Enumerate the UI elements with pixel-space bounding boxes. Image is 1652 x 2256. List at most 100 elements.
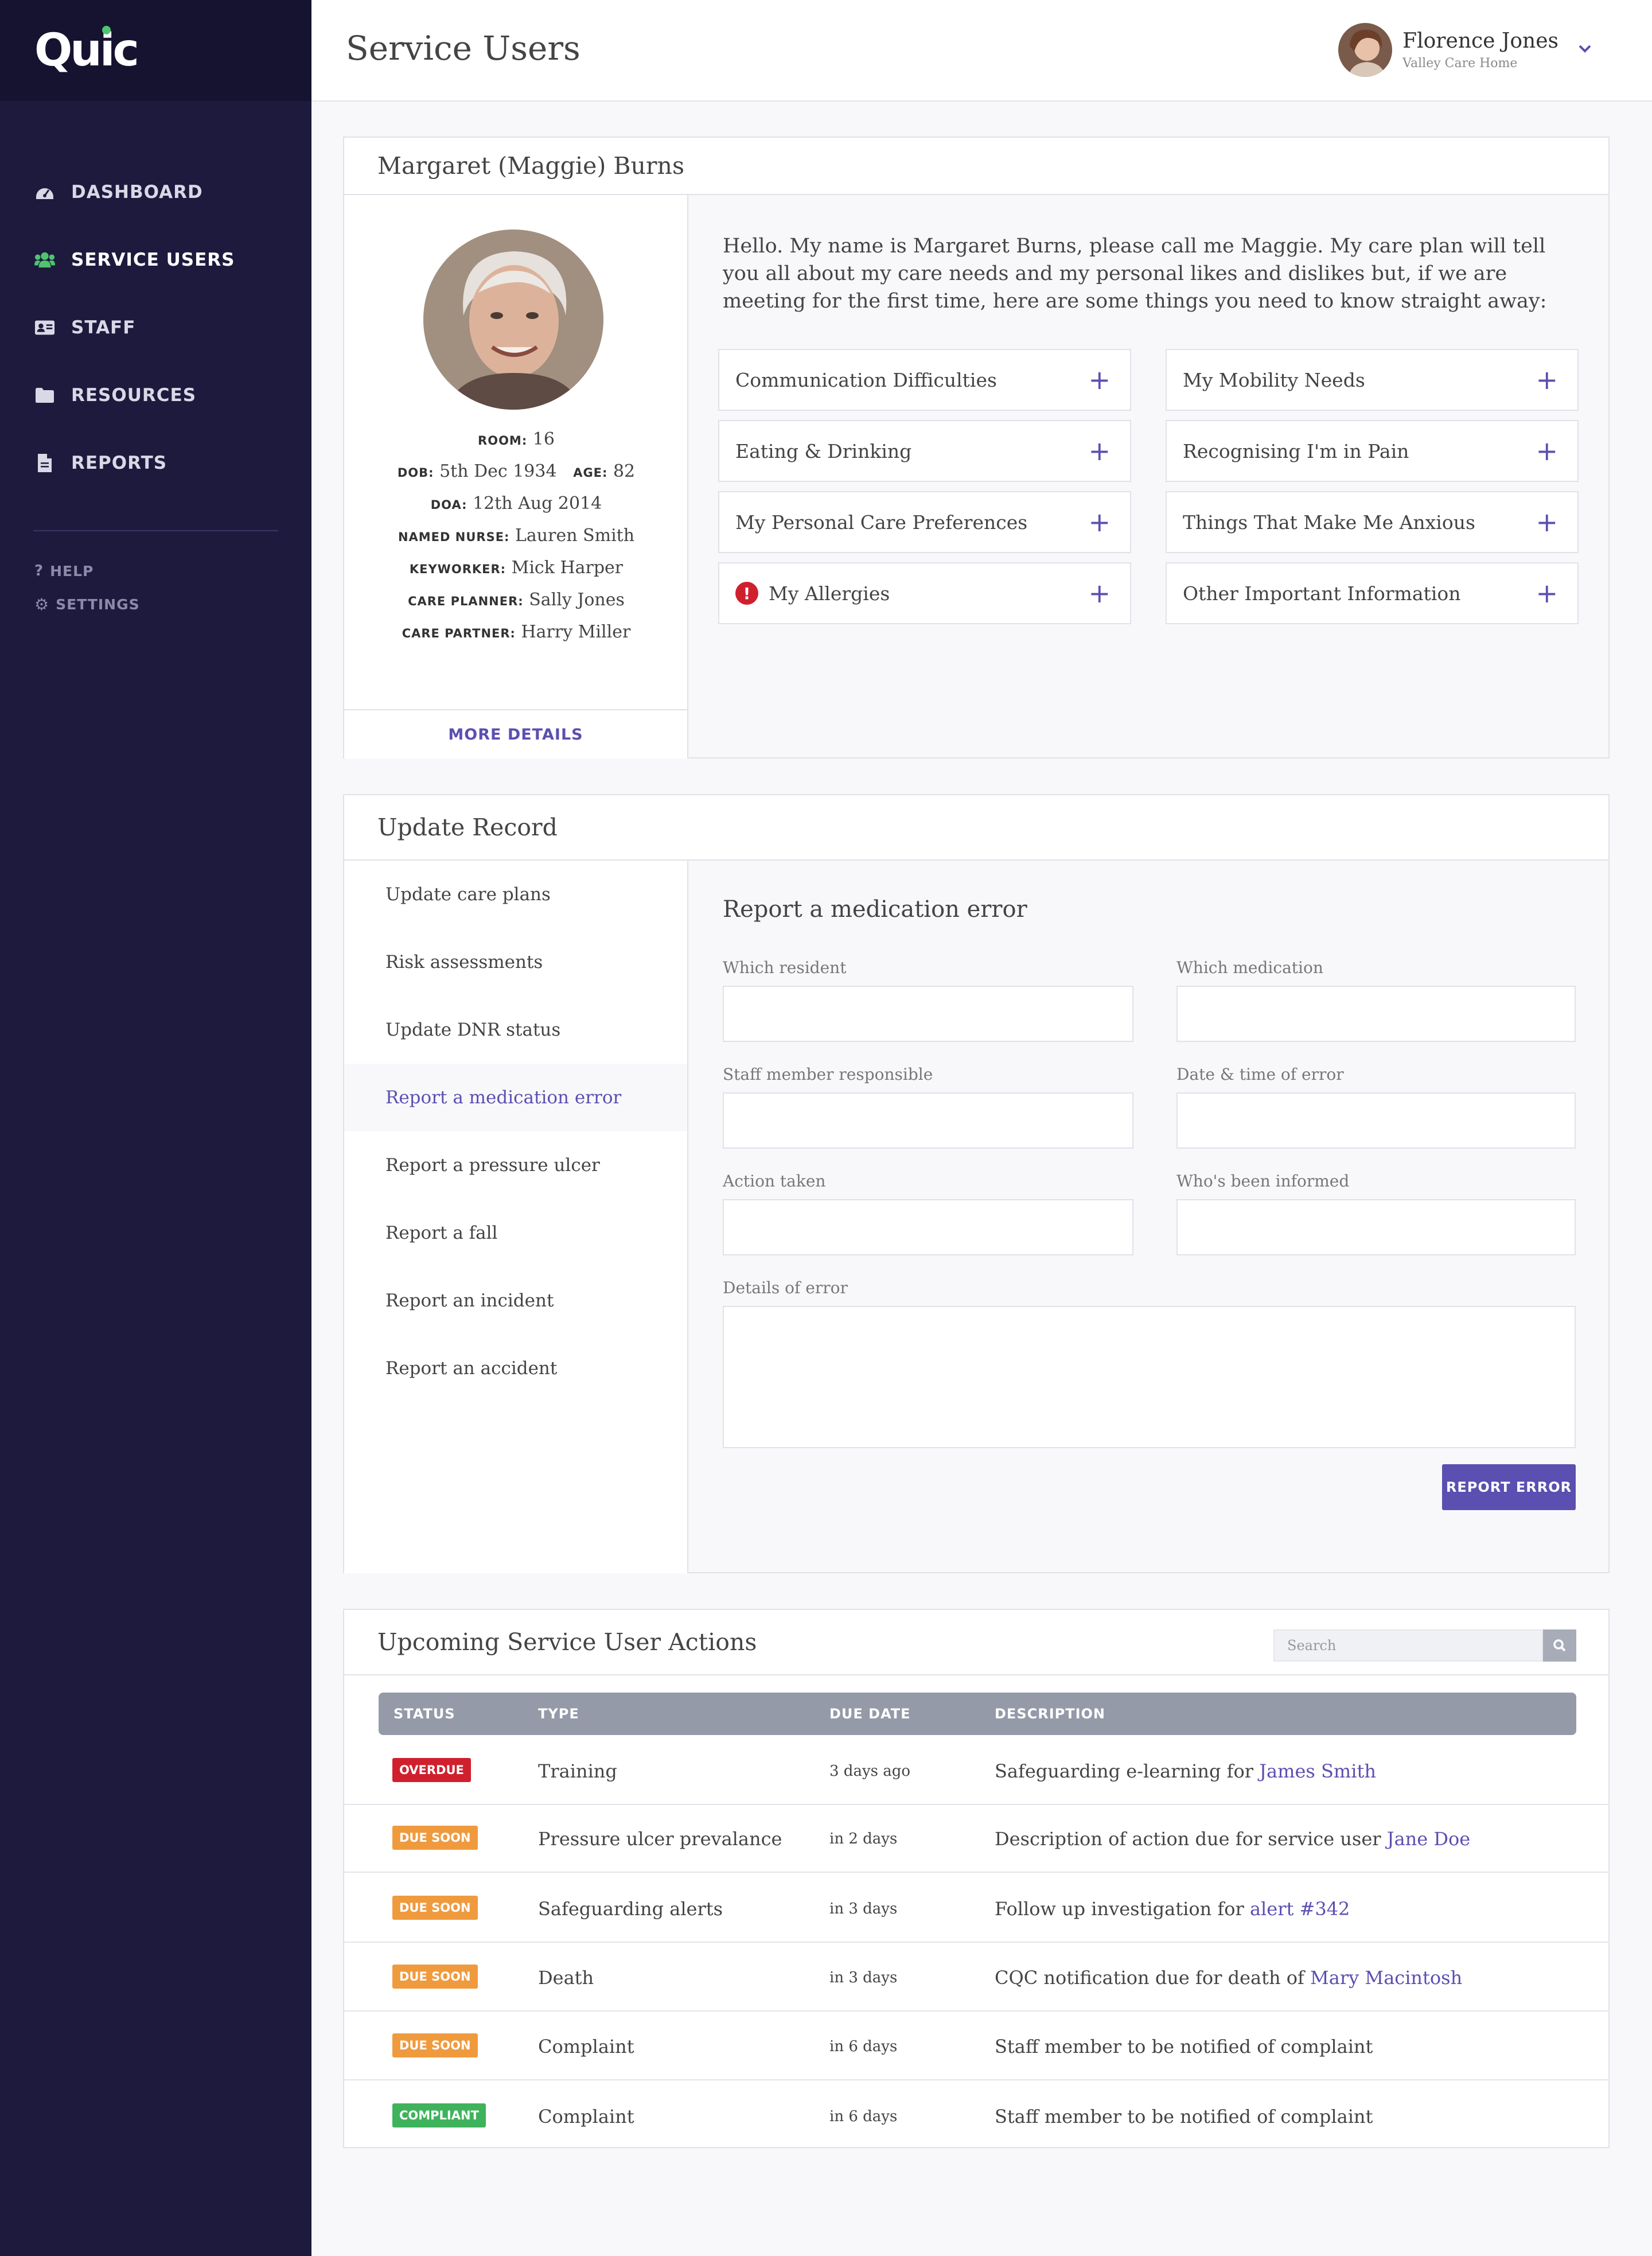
menu-report-pressure-ulcer[interactable]: Report a pressure ulcer bbox=[344, 1131, 687, 1199]
accordion-eating-drinking[interactable]: Eating & Drinking + bbox=[718, 420, 1131, 482]
sidebar-divider bbox=[33, 530, 278, 531]
nav-label: RESOURCES bbox=[71, 385, 197, 406]
status-badge: OVERDUE bbox=[392, 1758, 471, 1782]
column-type: TYPE bbox=[538, 1706, 579, 1722]
table-header: STATUS TYPE DUE DATE DESCRIPTION bbox=[379, 1693, 1576, 1735]
fact-value: Lauren Smith bbox=[515, 526, 635, 546]
settings-label: SETTINGS bbox=[56, 596, 140, 613]
fact-doa: DOA: 12th Aug 2014 bbox=[344, 488, 688, 520]
description-link[interactable]: James Smith bbox=[1259, 1760, 1376, 1782]
nav-item-service-users[interactable]: SERVICE USERS bbox=[0, 226, 311, 294]
accordion-personal-care[interactable]: My Personal Care Preferences + bbox=[718, 491, 1131, 553]
informed-input[interactable] bbox=[1176, 1199, 1576, 1255]
menu-update-care-plans[interactable]: Update care plans bbox=[344, 861, 687, 928]
accordion-label: Communication Difficulties bbox=[735, 368, 997, 391]
accordion-label: My Allergies bbox=[769, 582, 890, 605]
description-text: CQC notification due for death of bbox=[995, 1967, 1311, 1989]
nav-item-reports[interactable]: REPORTS bbox=[0, 429, 311, 497]
menu-report-fall[interactable]: Report a fall bbox=[344, 1199, 687, 1267]
due-date: in 2 days bbox=[829, 1830, 898, 1847]
details-textarea[interactable] bbox=[723, 1306, 1576, 1448]
description-text: Safeguarding e-learning for bbox=[995, 1760, 1260, 1782]
accordion-label: Recognising I'm in Pain bbox=[1183, 439, 1409, 462]
datetime-input[interactable] bbox=[1176, 1092, 1576, 1149]
nav-label: SERVICE USERS bbox=[71, 250, 235, 270]
fact-value: 82 bbox=[613, 461, 636, 481]
settings-link[interactable]: ⚙ SETTINGS bbox=[0, 588, 311, 621]
medication-input[interactable] bbox=[1176, 986, 1576, 1042]
gears-icon: ⚙ bbox=[34, 594, 49, 614]
fact-value: 12th Aug 2014 bbox=[473, 493, 602, 514]
action-description: Follow up investigation for alert #342 bbox=[995, 1875, 1350, 1943]
status-badge: DUE SOON bbox=[392, 1896, 478, 1920]
profile-intro: Hello. My name is Margaret Burns, please… bbox=[723, 235, 1547, 313]
fact-key: NAMED NURSE: bbox=[398, 530, 510, 544]
nav-item-staff[interactable]: STAFF bbox=[0, 294, 311, 361]
due-date: in 6 days bbox=[829, 2108, 898, 2125]
accordion-pain[interactable]: Recognising I'm in Pain + bbox=[1166, 420, 1579, 482]
menu-report-incident[interactable]: Report an incident bbox=[344, 1267, 687, 1335]
chevron-down-icon[interactable] bbox=[1578, 44, 1592, 56]
action-description: Staff member to be notified of complaint bbox=[995, 2013, 1373, 2080]
file-icon bbox=[34, 453, 55, 473]
table-row[interactable]: COMPLIANT Complaint in 6 days Staff member … bbox=[344, 2083, 1608, 2150]
update-record-title: Update Record bbox=[344, 795, 1608, 861]
report-error-button[interactable]: REPORT ERROR bbox=[1442, 1464, 1576, 1510]
top-header: Service Users Florence Jones Valley Care… bbox=[311, 0, 1652, 102]
nav-label: REPORTS bbox=[71, 453, 167, 473]
table-row[interactable]: DUE SOON Death in 3 days CQC notification d… bbox=[344, 1944, 1608, 2012]
action-type: Complaint bbox=[538, 2036, 634, 2057]
more-details-link[interactable]: MORE DETAILS bbox=[344, 709, 687, 759]
search-button[interactable] bbox=[1543, 1629, 1576, 1662]
search-input[interactable]: Search bbox=[1273, 1629, 1543, 1662]
logo-text: Quic bbox=[34, 25, 139, 76]
user-name: Florence Jones bbox=[1402, 29, 1559, 53]
nav-item-resources[interactable]: RESOURCES bbox=[0, 361, 311, 429]
menu-report-accident[interactable]: Report an accident bbox=[344, 1335, 687, 1402]
table-row[interactable]: DUE SOON Pressure ulcer prevalance in 2 da… bbox=[344, 1805, 1608, 1873]
resident-input[interactable] bbox=[723, 986, 1133, 1042]
menu-report-medication-error[interactable]: Report a medication error bbox=[344, 1064, 687, 1131]
due-date: in 3 days bbox=[829, 1900, 898, 1917]
accordion-anxious[interactable]: Things That Make Me Anxious + bbox=[1166, 491, 1579, 553]
staff-input[interactable] bbox=[723, 1092, 1133, 1149]
action-description: CQC notification due for death of Mary M… bbox=[995, 1944, 1462, 2012]
informed-label: Who's been informed bbox=[1176, 1172, 1350, 1191]
description-link[interactable]: Mary Macintosh bbox=[1310, 1967, 1462, 1989]
fact-keyworker: KEYWORKER: Mick Harper bbox=[344, 552, 688, 584]
plus-icon: + bbox=[1088, 507, 1111, 538]
table-row[interactable]: DUE SOON Complaint in 6 days Staff member t… bbox=[344, 2013, 1608, 2080]
status-badge: DUE SOON bbox=[392, 1826, 478, 1850]
action-description: Staff member to be notified of complaint bbox=[995, 2083, 1373, 2150]
table-row[interactable]: OVERDUE Training 3 days ago Safeguarding e-… bbox=[344, 1737, 1608, 1805]
fact-key: KEYWORKER: bbox=[409, 562, 506, 576]
due-date: in 3 days bbox=[829, 1969, 898, 1986]
profile-facts: ROOM: 16 DOB: 5th Dec 1934 AGE: 82 DOA: … bbox=[344, 423, 688, 648]
nav-item-dashboard[interactable]: DASHBOARD bbox=[0, 158, 311, 226]
description-link[interactable]: Jane Doe bbox=[1387, 1828, 1470, 1850]
fact-room: ROOM: 16 bbox=[344, 423, 688, 456]
menu-risk-assessments[interactable]: Risk assessments bbox=[344, 928, 687, 996]
page-title: Service Users bbox=[346, 29, 580, 68]
action-input[interactable] bbox=[723, 1199, 1133, 1255]
fact-key: AGE: bbox=[573, 466, 608, 480]
accordion-allergies[interactable]: ! My Allergies + bbox=[718, 562, 1131, 624]
user-menu[interactable]: Florence Jones Valley Care Home bbox=[1338, 23, 1592, 77]
accordion-mobility[interactable]: My Mobility Needs + bbox=[1166, 349, 1579, 411]
users-icon bbox=[34, 250, 55, 270]
user-info: Florence Jones Valley Care Home bbox=[1402, 29, 1559, 71]
sidebar-secondary: ? HELP ⚙ SETTINGS bbox=[0, 554, 311, 621]
accordion-communication[interactable]: Communication Difficulties + bbox=[718, 349, 1131, 411]
description-text: Staff member to be notified of complaint bbox=[995, 2106, 1373, 2127]
accordion-other-info[interactable]: Other Important Information + bbox=[1166, 562, 1579, 624]
description-text: Staff member to be notified of complaint bbox=[995, 2036, 1373, 2057]
menu-update-dnr-status[interactable]: Update DNR status bbox=[344, 996, 687, 1064]
accordion-label: Other Important Information bbox=[1183, 582, 1461, 605]
quic-logo[interactable]: Quic bbox=[34, 25, 139, 76]
update-record-panel: Update Record Update care plans Risk ass… bbox=[343, 794, 1610, 1573]
description-link[interactable]: alert #342 bbox=[1250, 1898, 1350, 1920]
status-badge: DUE SOON bbox=[392, 2033, 478, 2057]
fact-value: Mick Harper bbox=[511, 558, 624, 578]
help-link[interactable]: ? HELP bbox=[0, 554, 311, 588]
table-row[interactable]: DUE SOON Safeguarding alerts in 3 days Foll… bbox=[344, 1875, 1608, 1943]
